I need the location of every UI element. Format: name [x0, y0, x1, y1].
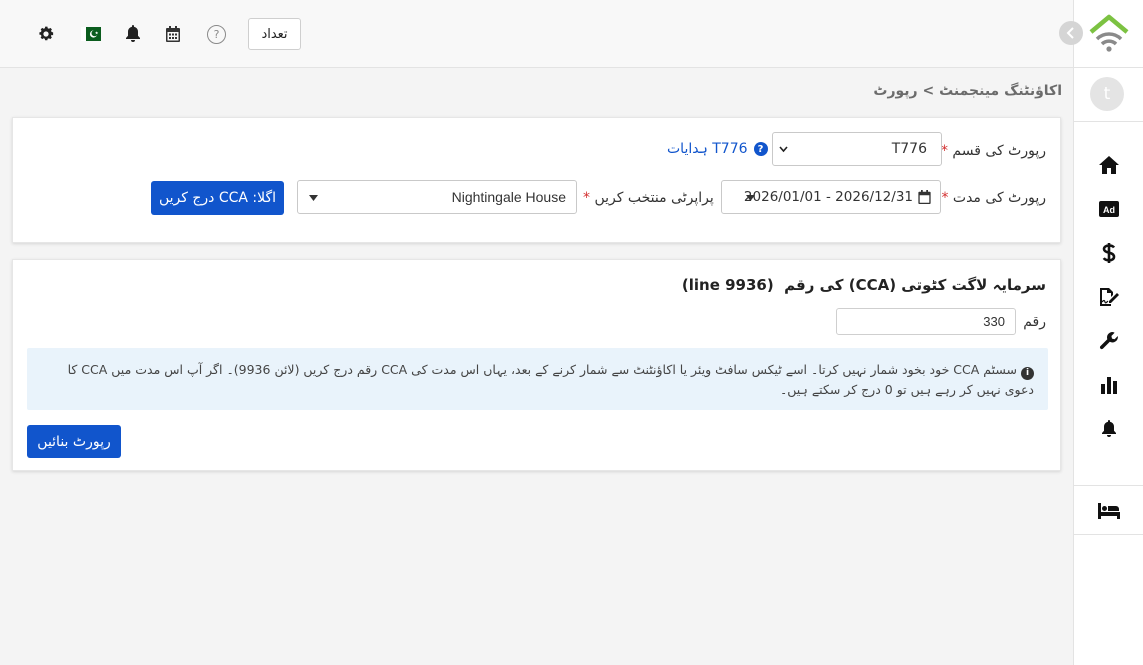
bell-icon[interactable]	[1097, 417, 1121, 441]
breadcrumb-current: رپورٹ	[873, 83, 918, 99]
avatar[interactable]: t	[1090, 77, 1124, 111]
cca-amount-input[interactable]	[836, 308, 1016, 335]
gear-icon[interactable]	[36, 24, 56, 44]
t776-instructions-link[interactable]: T776 ہدایات	[667, 141, 748, 157]
amount-label: رقم	[1023, 314, 1046, 330]
divider	[1074, 67, 1143, 68]
bed-icon[interactable]	[1097, 499, 1121, 523]
calendar-icon	[918, 190, 931, 204]
info-circle-icon: i	[1021, 366, 1034, 380]
report-type-label: رپورٹ کی قسم *	[940, 143, 1046, 159]
next-enter-cca-button[interactable]: اگلا: CCA درج کریں	[151, 181, 284, 215]
caret-down-icon	[746, 195, 755, 201]
divider	[1074, 121, 1143, 122]
cca-info-message: سسٹم CCA خود بخود شمار نہیں کرتا۔ اسے ٹی…	[67, 362, 1034, 397]
period-date-range-picker[interactable]: 2026/01/01 - 2026/12/31	[721, 180, 941, 214]
report-type-value: T776	[891, 141, 927, 157]
bell-icon[interactable]	[123, 24, 143, 44]
count-button[interactable]: تعداد	[248, 18, 301, 50]
dollar-icon[interactable]	[1097, 241, 1121, 265]
breadcrumb: اکاؤنٹنگ مینجمنٹ > رپورٹ	[873, 83, 1062, 99]
help-icon[interactable]: ?	[207, 25, 226, 44]
property-value: Nightingale House	[451, 189, 566, 205]
collapse-sidebar-button[interactable]	[1059, 21, 1083, 45]
property-select[interactable]: Nightingale House	[297, 180, 577, 214]
calendar-icon[interactable]	[163, 24, 183, 44]
cca-title: سرمایہ لاگت کٹوتی (CCA) کی رقم (line 993…	[681, 276, 1046, 294]
chart-bar-icon[interactable]	[1097, 373, 1121, 397]
pakistan-flag-icon[interactable]	[81, 27, 101, 41]
file-signature-icon[interactable]	[1097, 285, 1121, 309]
period-label: رپورٹ کی مدت *	[941, 190, 1046, 206]
report-type-select[interactable]: T776	[772, 132, 942, 166]
instructions-link-group: ? T776 ہدایات	[667, 141, 768, 157]
chevron-down-icon	[779, 146, 788, 153]
breadcrumb-separator: >	[922, 83, 935, 99]
divider	[1074, 485, 1143, 486]
ad-icon[interactable]: Ad	[1097, 197, 1121, 221]
report-form-panel: رپورٹ کی قسم * T776 ? T776 ہدایات رپورٹ …	[12, 117, 1061, 243]
sidebar: t Ad	[1059, 0, 1143, 665]
top-bar: ? تعداد	[0, 0, 1073, 68]
svg-text:Ad: Ad	[1103, 205, 1115, 215]
divider	[1074, 534, 1143, 535]
cca-info-alert: i سسٹم CCA خود بخود شمار نہیں کرتا۔ اسے …	[27, 348, 1048, 410]
create-report-button[interactable]: رپورٹ بنائیں	[27, 425, 121, 458]
breadcrumb-parent[interactable]: اکاؤنٹنگ مینجمنٹ	[939, 83, 1062, 99]
property-label: پراپرٹی منتخب کریں *	[583, 190, 714, 206]
home-icon[interactable]	[1097, 153, 1121, 177]
wrench-icon[interactable]	[1097, 329, 1121, 353]
period-value: 2026/01/01 - 2026/12/31	[743, 189, 913, 205]
caret-down-icon	[309, 195, 318, 201]
cca-panel: سرمایہ لاگت کٹوتی (CCA) کی رقم (line 993…	[12, 259, 1061, 471]
app-logo[interactable]	[1088, 14, 1130, 52]
question-circle-icon: ?	[753, 142, 768, 156]
cca-info-text: i سسٹم CCA خود بخود شمار نہیں کرتا۔ اسے …	[44, 360, 1034, 400]
